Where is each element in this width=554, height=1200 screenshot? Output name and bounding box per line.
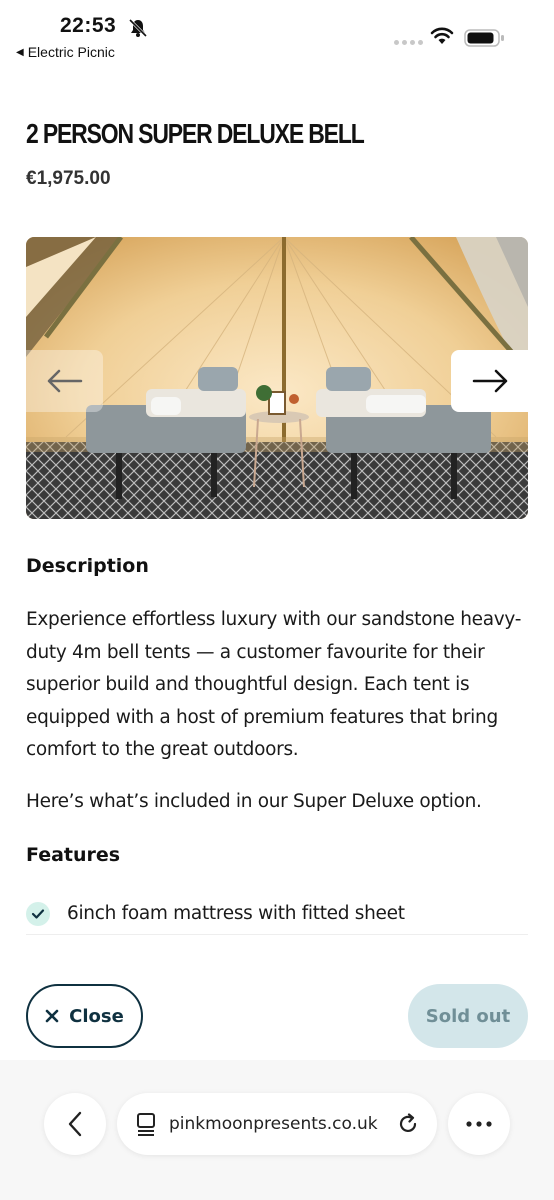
battery-icon xyxy=(464,29,504,47)
description-paragraph: Experience effortless luxury with our sa… xyxy=(26,609,522,760)
close-icon xyxy=(45,1009,59,1023)
product-price: €1,975.00 xyxy=(26,168,111,189)
sold-out-button[interactable]: Sold out xyxy=(408,984,528,1048)
tabs-icon xyxy=(137,1113,155,1136)
arrow-right-icon xyxy=(472,369,507,393)
status-time: 22:53 xyxy=(60,14,117,37)
features-heading: Features xyxy=(26,844,121,866)
close-button[interactable]: Close xyxy=(26,984,143,1048)
product-title: 2 PERSON SUPER DELUXE BELL xyxy=(26,118,365,149)
feature-item: 6inch foam mattress with fitted sheet xyxy=(26,893,528,935)
reload-icon[interactable] xyxy=(397,1113,419,1135)
chevron-left-icon xyxy=(68,1111,82,1137)
more-options-button[interactable] xyxy=(448,1093,510,1155)
back-triangle-icon: ◀ xyxy=(16,46,24,58)
description-heading: Description xyxy=(26,555,149,577)
check-icon xyxy=(26,901,50,926)
feature-text: 6inch foam mattress with fitted sheet xyxy=(67,903,405,924)
wifi-icon xyxy=(430,27,454,44)
gallery-next-button[interactable] xyxy=(451,350,528,412)
scroll-fade xyxy=(0,940,554,980)
browser-back-button[interactable] xyxy=(44,1093,106,1155)
description-included-text: Here’s what’s included in our Super Delu… xyxy=(26,791,482,812)
close-label: Close xyxy=(69,1005,124,1027)
bell-slash-icon xyxy=(128,18,148,38)
status-bar: 22:53 ◀ Electric Picnic xyxy=(0,0,554,70)
more-icon xyxy=(466,1121,492,1127)
gallery-prev-button[interactable] xyxy=(26,350,103,412)
signal-icon xyxy=(394,40,423,45)
arrow-left-icon xyxy=(47,369,82,393)
address-bar[interactable]: pinkmoonpresents.co.uk xyxy=(117,1093,437,1155)
url-text: pinkmoonpresents.co.uk xyxy=(169,1114,378,1134)
back-to-app-link[interactable]: ◀ Electric Picnic xyxy=(16,44,115,60)
back-app-label: Electric Picnic xyxy=(27,44,115,60)
